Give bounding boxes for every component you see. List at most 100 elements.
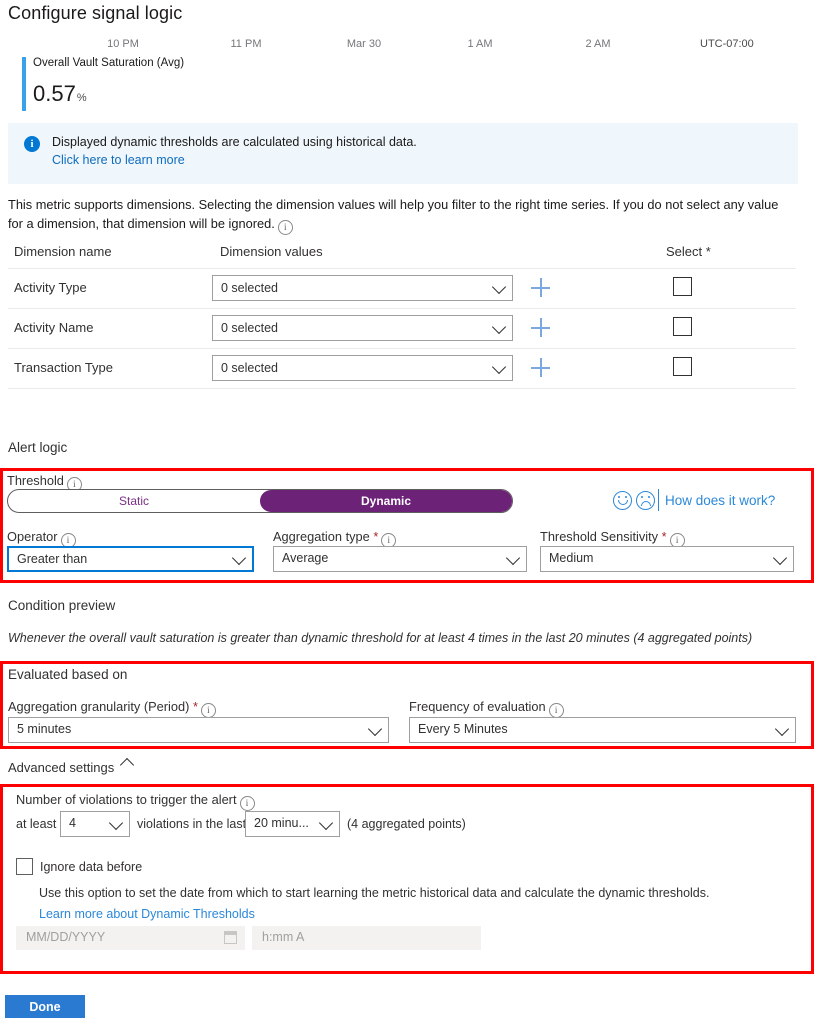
date-placeholder: MM/DD/YYYY — [26, 930, 106, 944]
chevron-down-icon — [491, 359, 507, 375]
chevron-down-icon — [774, 721, 790, 737]
violations-count-value: 4 — [69, 816, 76, 830]
info-banner-link[interactable]: Click here to learn more — [52, 153, 185, 167]
dimensions-info-icon[interactable]: i — [277, 220, 293, 235]
violations-middle-text: violations in the last — [137, 817, 247, 831]
frequency-of-evaluation-value: Every 5 Minutes — [418, 722, 508, 736]
aggregation-type-label-text: Aggregation type — [273, 529, 370, 544]
legend-value-number: 0.57 — [33, 81, 76, 106]
smiley-sad-icon[interactable] — [636, 491, 655, 510]
threshold-label-text: Threshold — [7, 473, 64, 488]
column-header-dimension-values: Dimension values — [220, 244, 323, 259]
axis-tick-4: 2 AM — [585, 38, 611, 50]
axis-tick-0: 10 PM — [107, 38, 139, 50]
condition-preview-text: Whenever the overall vault saturation is… — [8, 631, 753, 645]
legend-metric-value: 0.57% — [33, 81, 87, 111]
smiley-happy-icon[interactable] — [613, 491, 632, 510]
aggregation-type-value: Average — [282, 551, 329, 565]
threshold-sensitivity-select[interactable]: Medium — [540, 546, 794, 572]
alert-logic-heading: Alert logic — [8, 440, 68, 455]
threshold-option-dynamic[interactable]: Dynamic — [260, 490, 512, 512]
eye-right — [648, 496, 650, 498]
axis-tick-1: 11 PM — [230, 38, 262, 50]
eye-left — [641, 496, 643, 498]
column-header-select: Select * — [666, 244, 711, 259]
violations-info-icon[interactable]: i — [239, 796, 255, 811]
eye-right — [625, 496, 627, 498]
feedback-divider — [658, 489, 659, 511]
eye-left — [618, 496, 620, 498]
calendar-icon — [224, 931, 237, 944]
dimension-values-value: 0 selected — [221, 281, 278, 295]
aggregation-granularity-value: 5 minutes — [17, 722, 72, 736]
how-does-it-work-link[interactable]: How does it work? — [665, 493, 775, 508]
axis-tick-2: Mar 30 — [346, 38, 382, 50]
dimension-values-value: 0 selected — [221, 361, 278, 375]
violations-label: Number of violations to trigger the aler… — [16, 792, 255, 811]
ignore-data-time-input[interactable]: h:mm A — [252, 926, 481, 950]
violations-window-select[interactable]: 20 minu... — [245, 811, 340, 837]
legend-metric-name: Overall Vault Saturation (Avg) — [33, 57, 185, 69]
add-dimension-value-button-activity-type[interactable] — [531, 278, 551, 298]
threshold-type-toggle[interactable]: Static Dynamic — [7, 489, 513, 513]
column-header-dimension-name: Dimension name — [14, 244, 112, 259]
add-dimension-value-button-activity-name[interactable] — [531, 318, 551, 338]
dimension-values-select-activity-type[interactable]: 0 selected — [212, 275, 513, 301]
aggregation-type-select[interactable]: Average — [273, 546, 527, 572]
dimension-values-select-transaction-type[interactable]: 0 selected — [212, 355, 513, 381]
violations-count-select[interactable]: 4 — [60, 811, 130, 837]
required-marker: * — [661, 529, 667, 544]
condition-preview-heading: Condition preview — [8, 598, 116, 613]
learn-more-dynamic-thresholds-link[interactable]: Learn more about Dynamic Thresholds — [39, 907, 255, 921]
table-row: Activity Name 0 selected — [8, 309, 796, 349]
chevron-down-icon — [318, 815, 334, 831]
chevron-down-icon — [231, 550, 247, 566]
ignore-data-date-input[interactable]: MM/DD/YYYY — [16, 926, 245, 950]
violations-suffix-text: (4 aggregated points) — [347, 817, 466, 831]
table-row: Transaction Type 0 selected — [8, 349, 796, 389]
dimension-name-activity-name: Activity Name — [14, 320, 94, 335]
advanced-settings-toggle[interactable]: Advanced settings — [8, 757, 135, 775]
legend-series-color-bar — [22, 57, 26, 111]
select-checkbox-activity-name[interactable] — [673, 317, 692, 336]
dimensions-description-text: This metric supports dimensions. Selecti… — [8, 197, 779, 231]
advanced-settings-label: Advanced settings — [8, 760, 115, 775]
dimensions-table-header: Dimension name Dimension values Select * — [8, 240, 796, 269]
aggregation-granularity-select[interactable]: 5 minutes — [8, 717, 389, 743]
done-button[interactable]: Done — [5, 995, 85, 1018]
ignore-data-before-checkbox[interactable] — [16, 858, 33, 875]
chevron-down-icon — [772, 550, 788, 566]
violations-label-text: Number of violations to trigger the aler… — [16, 792, 237, 807]
time-placeholder: h:mm A — [262, 930, 305, 944]
dimensions-description: This metric supports dimensions. Selecti… — [8, 195, 788, 235]
threshold-option-static[interactable]: Static — [8, 490, 260, 512]
dimension-values-select-activity-name[interactable]: 0 selected — [212, 315, 513, 341]
frequency-of-evaluation-info-icon[interactable]: i — [548, 703, 564, 718]
axis-tick-3: 1 AM — [467, 38, 493, 50]
mouth — [640, 501, 651, 506]
threshold-sensitivity-label-text: Threshold Sensitivity — [540, 529, 659, 544]
dimension-values-value: 0 selected — [221, 321, 278, 335]
select-checkbox-transaction-type[interactable] — [673, 357, 692, 376]
operator-select[interactable]: Greater than — [7, 546, 254, 572]
violations-prefix-text: at least — [16, 817, 57, 831]
dimensions-table: Dimension name Dimension values Select *… — [8, 240, 796, 389]
select-checkbox-activity-type[interactable] — [673, 277, 692, 296]
chevron-down-icon — [491, 279, 507, 295]
aggregation-granularity-info-icon[interactable]: i — [200, 703, 216, 718]
info-icon: i — [24, 136, 40, 152]
evaluated-based-on-heading: Evaluated based on — [8, 667, 128, 682]
chevron-down-icon — [108, 815, 124, 831]
add-dimension-value-button-transaction-type[interactable] — [531, 358, 551, 378]
required-marker: * — [373, 529, 379, 544]
frequency-of-evaluation-label-text: Frequency of evaluation — [409, 699, 546, 714]
operator-label-text: Operator — [7, 529, 58, 544]
threshold-sensitivity-value: Medium — [549, 551, 594, 565]
frequency-of-evaluation-select[interactable]: Every 5 Minutes — [409, 717, 796, 743]
info-banner: i Displayed dynamic thresholds are calcu… — [8, 123, 798, 184]
dimension-name-activity-type: Activity Type — [14, 280, 87, 295]
chevron-up-icon — [120, 757, 135, 773]
ignore-data-before-help-text: Use this option to set the date from whi… — [39, 886, 710, 900]
configure-signal-logic-page: Configure signal logic 10 PM 11 PM Mar 3… — [0, 0, 814, 1029]
operator-value: Greater than — [17, 552, 88, 566]
